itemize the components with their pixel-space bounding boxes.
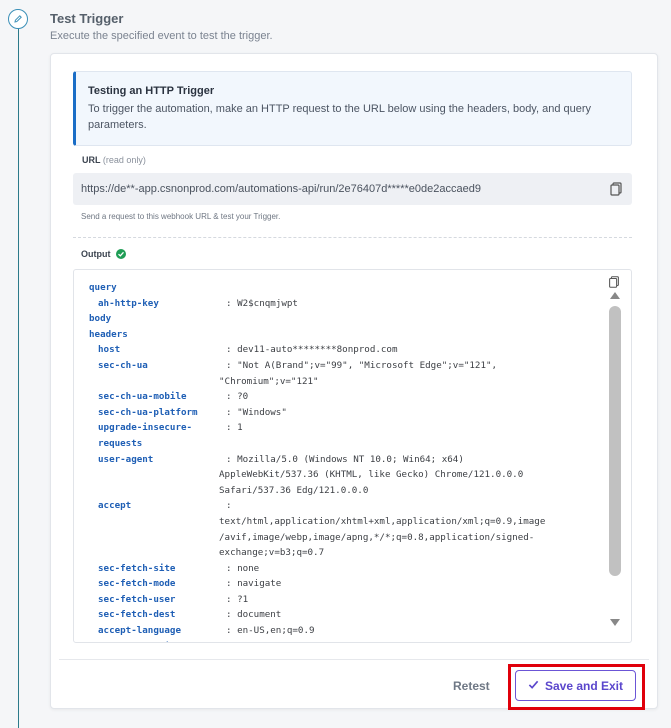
output-value: : document [226,609,282,621]
output-line: "Chromium";v="121" [89,374,591,390]
output-line: sec-fetch-site : none [89,561,591,577]
test-trigger-card: Testing an HTTP Trigger To trigger the a… [50,53,658,710]
output-line: query [89,280,591,296]
output-line: sec-fetch-mode : navigate [89,576,591,592]
output-key: sec-fetch-site [98,562,176,574]
copy-output-icon[interactable] [607,275,621,289]
save-and-exit-label: Save and Exit [544,678,624,693]
footer-divider [59,659,649,660]
copy-url-icon[interactable] [608,181,624,197]
output-line: sec-ch-ua-platform : "Windows" [89,405,591,421]
output-value: : W2$cnqmjwpt [226,297,298,309]
output-line: headers [89,327,591,343]
output-value: : br [226,639,248,642]
output-line: accept-language : en-US,en;q=0.9 [89,623,591,639]
output-line: exchange;v=b3;q=0.7 [89,545,591,561]
output-value-continued: AppleWebKit/537.36 (KHTML, like Gecko) C… [219,469,524,481]
output-key: sec-ch-ua-mobile [98,391,187,403]
info-title: Testing an HTTP Trigger [88,85,215,97]
output-value: : [226,500,232,512]
output-section-key: query [89,282,117,293]
output-section-key: body [89,313,112,325]
save-and-exit-button[interactable]: Save and Exit [515,670,636,701]
output-key: sec-fetch-mode [98,578,176,590]
output-line: sec-ch-ua-mobile : ?0 [89,389,591,405]
pencil-icon [8,9,28,29]
retest-button[interactable]: Retest [447,674,496,698]
step-description: Execute the specified event to test the … [50,30,273,42]
output-label: Output [81,249,126,259]
url-help-text: Send a request to this webhook URL & tes… [81,212,281,221]
scroll-thumb[interactable] [609,306,621,576]
info-text: To trigger the automation, make an HTTP … [88,103,592,131]
check-icon [528,679,539,693]
output-value: : "Windows" [226,406,287,418]
url-field[interactable]: https://de**-app.csnonprod.com/automatio… [73,173,632,205]
output-line: /avif,image/webp,image/apng,*/*;q=0.8,ap… [89,530,591,546]
output-key: accept-language [98,625,181,637]
output-value: : dev11-auto********8onprod.com [226,344,398,356]
url-readonly-note: (read only) [102,155,146,165]
step-rail [18,28,19,728]
output-code: query ah-http-key : W2$cnqmjwpt body headers… [89,280,591,642]
output-line: requests [89,436,591,452]
output-line: host : dev11-auto********8onprod.com [89,342,591,358]
output-scrollbar[interactable] [609,290,621,636]
output-key: accept-encoding [89,639,226,642]
output-value: : Mozilla/5.0 (Windows NT 10.0; Win64; x… [226,453,464,465]
output-line: AppleWebKit/537.36 (KHTML, like Gecko) C… [89,467,591,483]
output-value: : navigate [226,578,282,590]
output-value-continued: /avif,image/webp,image/apng,*/*;q=0.8,ap… [219,531,535,543]
output-value: : en-US,en;q=0.9 [226,625,315,637]
url-value: https://de**-app.csnonprod.com/automatio… [81,183,481,195]
url-label-text: URL [82,155,101,165]
output-line: text/html,application/xhtml+xml,applicat… [89,514,591,530]
output-line: sec-ch-ua : "Not A(Brand";v="99", "Micros… [89,358,591,374]
output-key: sec-ch-ua-platform [98,406,198,418]
output-value-continued: "Chromium";v="121" [219,375,319,387]
output-key: requests [98,437,143,449]
output-line: accept: [89,498,591,514]
info-box: Testing an HTTP Trigger To trigger the a… [73,71,632,146]
output-value: : 1 [226,422,243,434]
url-label: URL (read only) [82,155,146,165]
output-key: sec-fetch-user [98,593,176,605]
output-line: body [89,311,591,327]
output-key: sec-ch-ua [98,359,148,371]
step-title: Test Trigger [50,11,124,26]
output-value-continued: Safari/537.36 Edg/121.0.0.0 [219,484,369,496]
output-line: accept-encoding: br [89,639,591,642]
check-circle-icon [115,249,126,259]
output-line: upgrade-insecure- : 1 [89,420,591,436]
output-value-continued: exchange;v=b3;q=0.7 [219,547,325,559]
scroll-down-icon[interactable] [610,619,620,626]
output-value-continued: text/html,application/xhtml+xml,applicat… [219,515,546,527]
output-box[interactable]: query ah-http-key : W2$cnqmjwpt body headers… [73,269,632,643]
output-line: ah-http-key : W2$cnqmjwpt [89,296,591,312]
output-key: ah-http-key [98,297,159,309]
output-line: sec-fetch-dest : document [89,607,591,623]
output-value: : ?1 [226,593,249,605]
output-line: sec-fetch-user : ?1 [89,592,591,608]
scroll-up-icon[interactable] [610,292,620,299]
output-line: user-agent : Mozilla/5.0 (Windows NT 10.0… [89,452,591,468]
output-value: : ?0 [226,391,249,403]
output-key: user-agent [98,453,154,465]
output-key: host [98,344,121,356]
output-key: upgrade-insecure- [98,422,193,434]
output-key: accept [98,500,132,512]
output-line: Safari/537.36 Edg/121.0.0.0 [89,483,591,499]
output-key: sec-fetch-dest [98,609,176,621]
output-label-text: Output [81,249,111,259]
output-section-key: headers [89,328,128,340]
output-value: : none [226,562,260,574]
output-value: : "Not A(Brand";v="99", "Microsoft Edge"… [226,359,498,371]
divider [73,237,632,238]
